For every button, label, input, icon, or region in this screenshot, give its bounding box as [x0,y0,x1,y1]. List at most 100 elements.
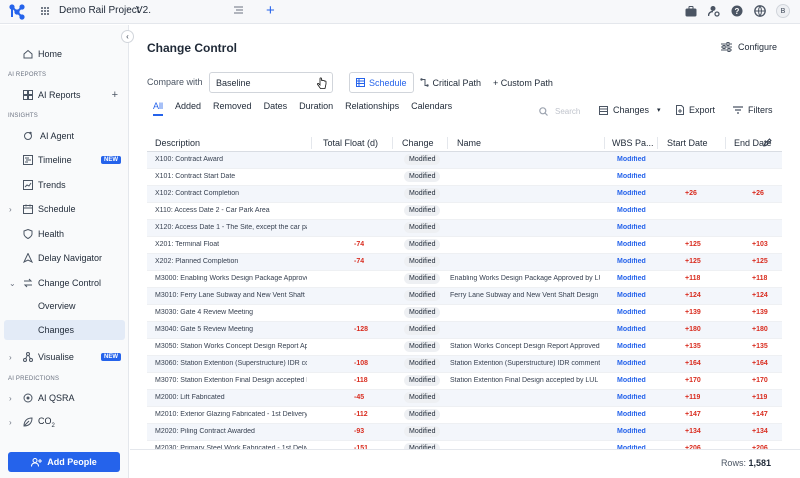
sidebar-item-overview[interactable]: Overview [0,296,128,316]
compare-baseline-select[interactable]: Baseline [209,72,333,93]
sidebar-item-delay-navigator[interactable]: Delay Navigator [0,248,128,268]
table-row[interactable]: M3070: Station Extention Final Design ac… [147,373,782,390]
sidebar-item-timeline[interactable]: Timeline NEW [0,150,128,170]
sidebar-item-label: CO2 [38,416,55,429]
column-header-start-date[interactable]: Start Date [667,138,708,148]
chevron-right-icon[interactable]: › [9,353,12,362]
table-row[interactable]: X202: Planned Completion -74 Modified Modif… [147,254,782,271]
user-avatar[interactable]: B [776,4,790,18]
table-row[interactable]: M2010: Exterior Glazing Fabricated - 1st… [147,407,782,424]
help-icon[interactable]: ? [730,4,744,18]
cell-change: Modified [404,426,441,437]
cell-wbs: Modified [617,428,646,435]
tab-duration[interactable]: Duration [299,101,333,116]
co2-label: CO [38,415,52,426]
cell-start-date: +180 [685,326,701,333]
table-row[interactable]: X101: Contract Start Date Modified Modifie… [147,169,782,186]
table-row[interactable]: M3000: Enabling Works Design Package App… [147,271,782,288]
column-header-total-float[interactable]: Total Float (d) [323,138,378,148]
add-people-button[interactable]: Add People [8,452,120,472]
cell-wbs: Modified [617,343,646,350]
agent-icon [23,131,33,141]
export-button[interactable]: Export [676,105,715,115]
cell-end-date: +134 [752,428,768,435]
chevron-right-icon[interactable]: › [9,394,12,403]
sidebar-item-changes[interactable]: Changes [4,320,125,340]
table-row[interactable]: M3010: Ferry Lane Subway and New Vent Sh… [147,288,782,305]
table-row[interactable]: X120: Access Date 1 - The Site, except t… [147,220,782,237]
cell-change: Modified [404,273,441,284]
tab-critical-path[interactable]: Critical Path [414,72,488,93]
filters-label: Filters [748,105,773,115]
search-placeholder: Search [555,107,581,116]
table-row[interactable]: M2000: Lift Fabricated -45 Modified Modifie… [147,390,782,407]
cell-end-date: +124 [752,292,768,299]
table-row[interactable]: M2020: Piling Contract Awarded -93 Modifie… [147,424,782,441]
column-header-change[interactable]: Change [402,138,434,148]
chevron-right-icon[interactable]: › [9,205,12,214]
column-header-wbs[interactable]: WBS Pa... [612,138,654,148]
tab-dates[interactable]: Dates [264,101,288,116]
sidebar-item-schedule[interactable]: › Schedule [0,199,128,219]
sidebar-item-home[interactable]: Home [0,44,128,64]
sidebar-item-ai-reports[interactable]: AI Reports + [0,85,128,105]
changes-table: Description Total Float (d) Change Name … [147,135,782,451]
cell-name: Ferry Lane Subway and New Vent Shaft Des… [450,292,600,299]
edit-columns-pencil-icon[interactable] [763,138,772,147]
configure-button[interactable]: Configure [720,42,777,52]
schedule-icon [23,204,33,214]
sidebar-item-trends[interactable]: Trends [0,175,128,195]
top-bar: Demo Rail Project › V2. + ? B [0,0,800,24]
app-logo-icon[interactable] [9,4,25,20]
column-header-name[interactable]: Name [457,138,481,148]
table-row[interactable]: X110: Access Date 2 - Car Park Area Modif… [147,203,782,220]
section-label-ai-predictions: AI PREDICTIONS [8,376,60,382]
row-count: Rows: 1,581 [721,458,771,468]
tab-label: + Custom Path [493,77,553,88]
collapse-sidebar-button[interactable]: ‹ [121,30,134,43]
tab-added[interactable]: Added [175,101,201,116]
table-row[interactable]: M3030: Gate 4 Review Meeting Modified Modi… [147,305,782,322]
cell-description: X202: Planned Completion [155,258,239,265]
tab-label: Schedule [369,77,407,88]
cell-description: X100: Contract Award [155,156,223,163]
sidebar-item-change-control[interactable]: ⌄ Change Control [0,273,128,293]
project-version[interactable]: V2. [136,5,151,16]
table-row[interactable]: M3060: Station Extention (Superstructure… [147,356,782,373]
apps-grid-icon[interactable] [41,7,50,16]
tab-all[interactable]: All [153,101,164,116]
search-input[interactable]: Search [539,107,580,116]
changes-dropdown-button[interactable]: Changes ▾ [599,105,661,115]
sidebar-item-ai-agent[interactable]: AI Agent [0,126,128,146]
tab-removed[interactable]: Removed [213,101,252,116]
table-row[interactable]: X100: Contract Award Modified Modified [147,152,782,169]
table-row[interactable]: X201: Terminal Float -74 Modified Modified +… [147,237,782,254]
briefcase-icon[interactable] [684,4,698,18]
sidebar-item-ai-qsra[interactable]: › AI QSRA [0,388,128,408]
tab-calendars[interactable]: Calendars [411,101,452,116]
sidebar-item-visualise[interactable]: › Visualise NEW [0,347,128,367]
filters-button[interactable]: Filters [733,105,773,115]
table-row[interactable]: X102: Contract Completion Modified Modifie… [147,186,782,203]
changes-label: Changes [613,105,650,115]
chevron-right-icon[interactable]: › [9,418,12,427]
tab-schedule[interactable]: Schedule [349,72,414,93]
sidebar-item-health[interactable]: Health [0,224,128,244]
tab-custom-path[interactable]: + Custom Path [487,72,559,93]
add-report-plus-icon[interactable]: + [112,89,118,101]
cell-end-date: +118 [752,275,768,282]
sidebar-item-co2[interactable]: › CO2 [0,412,128,432]
table-row[interactable]: M3040: Gate 5 Review Meeting -128 Modified… [147,322,782,339]
sidebar-item-label: Timeline [38,155,72,165]
cell-end-date: +180 [752,326,768,333]
row-count-label: Rows: [720,458,746,468]
globe-icon[interactable] [753,4,767,18]
page-title: Change Control [147,41,237,55]
list-menu-icon[interactable] [234,6,243,14]
new-tab-plus-icon[interactable]: + [266,3,275,19]
column-header-description[interactable]: Description [155,138,200,148]
tab-relationships[interactable]: Relationships [345,101,399,116]
table-row[interactable]: M3050: Station Works Concept Design Repo… [147,339,782,356]
chevron-down-icon[interactable]: ⌄ [9,279,16,288]
user-settings-icon[interactable] [707,4,721,18]
